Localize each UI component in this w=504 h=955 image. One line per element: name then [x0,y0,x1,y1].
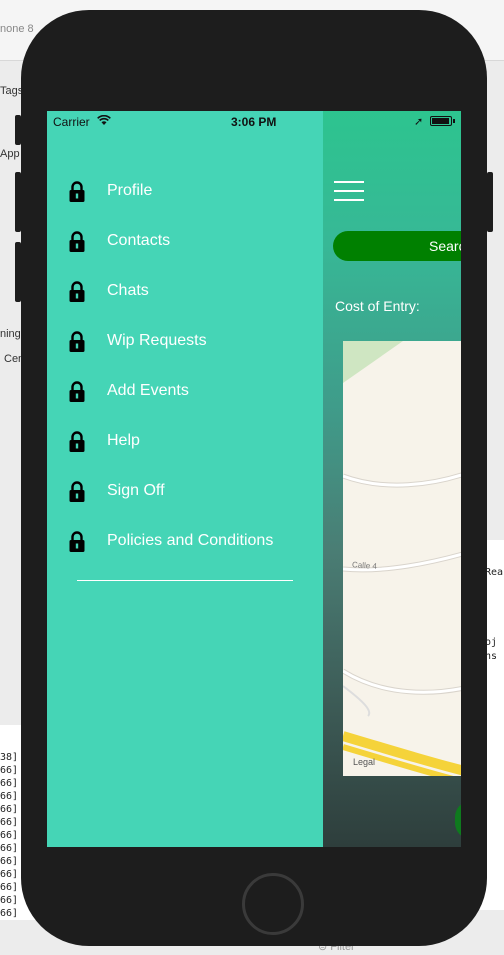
log-line: 66] [0,791,19,802]
drawer-item-contacts[interactable]: Contacts [47,216,323,266]
battery-icon [430,116,452,126]
log-line: 38] [0,752,19,763]
app-fragment: App [0,148,20,160]
drawer-item-label: Add Events [107,382,189,399]
drawer-item-wip-requests[interactable]: Wip Requests [47,316,323,366]
log-line: 66] [0,869,19,880]
drawer-item-label: Chats [107,282,149,299]
drawer-divider [77,580,293,581]
home-button[interactable] [242,873,304,935]
location-arrow-icon: ➚ [414,116,424,128]
inspector-fragment-1: Rea [485,567,504,578]
drawer-item-label: Policies and Conditions [107,532,274,549]
drawer-item-help[interactable]: Help [47,416,323,466]
floating-action-button[interactable] [455,801,461,839]
mute-switch [15,115,21,145]
volume-down-button [15,242,21,302]
wifi-icon [97,115,111,125]
drawer-item-label: Wip Requests [107,332,207,349]
tags-fragment: Tags [0,85,24,97]
drawer-item-add-events[interactable]: Add Events [47,366,323,416]
main-view: Searc Cost of Entry: Calle 4 Legal [323,111,461,847]
log-line: 66] [0,804,19,815]
battery-tip [453,119,455,123]
drawer-item-sign-off[interactable]: Sign Off [47,466,323,516]
map-legal-link[interactable]: Legal [353,757,375,767]
log-line: 66] [0,830,19,841]
log-lines: 38] 66] 66] 66] 66] 66] 66] 66] 66] 66] 66] 66] 66] [0,751,18,920]
lock-icon [68,231,86,253]
search-button[interactable]: Searc [333,231,461,261]
map-roads [343,341,461,776]
lock-icon [68,531,86,553]
ning-fragment: ning [0,328,21,340]
map-street-label: Calle 4 [351,560,378,571]
drawer-item-label: Help [107,432,140,449]
side-drawer: Profile Contacts Chats Wip Requests Add Even… [47,111,323,847]
lock-icon [68,181,86,203]
drawer-item-label: Sign Off [107,482,165,499]
device-screen: Searc Cost of Entry: Calle 4 Legal Profi… [47,111,461,847]
lock-icon [68,331,86,353]
lock-icon [68,381,86,403]
cost-of-entry-label: Cost of Entry: [335,298,420,314]
clock: 3:06 PM [231,115,277,129]
log-line: 66] [0,895,19,906]
log-line: 66] [0,908,19,919]
log-line: 66] [0,882,19,893]
drawer-item-profile[interactable]: Profile [47,166,323,216]
log-line: 66] [0,843,19,854]
carrier-label: Carrier [53,115,90,129]
status-bar: Carrier 3:06 PM ➚ [47,111,461,133]
volume-up-button [15,172,21,232]
drawer-menu: Profile Contacts Chats Wip Requests Add Even… [47,166,323,566]
log-line: 66] [0,765,19,776]
drawer-item-label: Profile [107,182,153,199]
hamburger-menu-icon[interactable] [334,181,364,203]
lock-icon [68,281,86,303]
device-name-fragment: none 8 [0,23,34,35]
power-button [487,172,493,232]
drawer-item-chats[interactable]: Chats [47,266,323,316]
log-line: 66] [0,778,19,789]
drawer-item-policies-and-conditions[interactable]: Policies and Conditions [47,516,323,566]
log-line: 66] [0,817,19,828]
log-line: 66] [0,856,19,867]
drawer-item-label: Contacts [107,232,171,249]
lock-icon [68,431,86,453]
map-view[interactable]: Calle 4 Legal [343,341,461,776]
lock-icon [68,481,86,503]
